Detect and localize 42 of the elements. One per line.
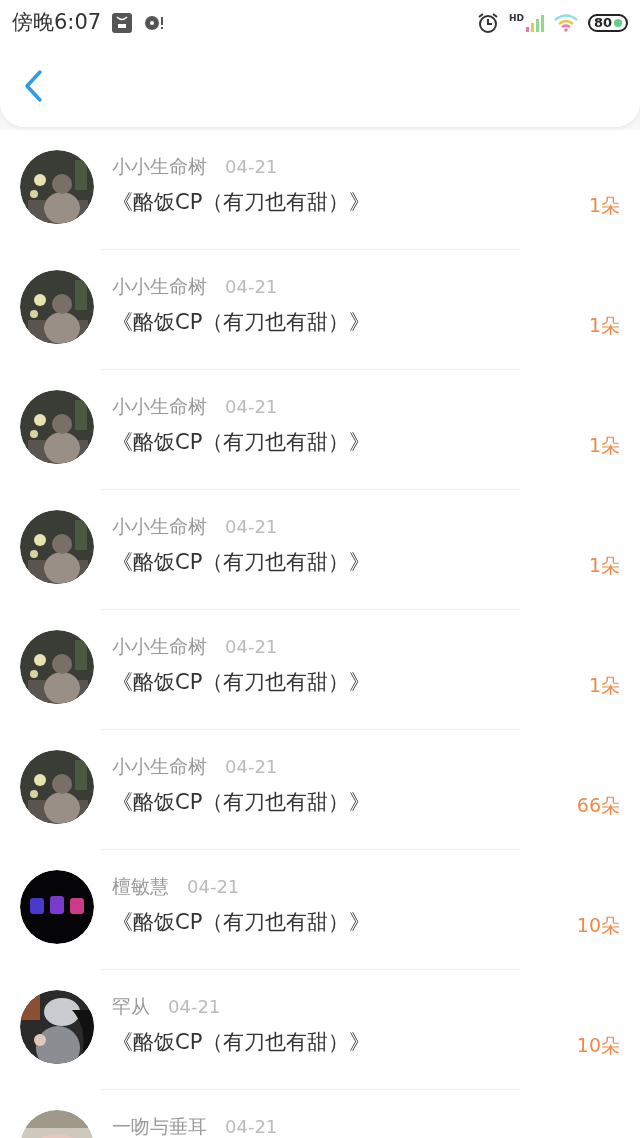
work-title: 《酪饭CP（有刀也有甜）》	[112, 669, 371, 696]
date: 04-21	[225, 155, 278, 179]
user-name: 一吻与垂耳	[112, 1114, 207, 1138]
user-name: 小小生命树	[112, 514, 207, 539]
work-title: 《酪饭CP（有刀也有甜）》	[112, 549, 371, 576]
work-title: 《酪饭CP（有刀也有甜）》	[112, 789, 371, 816]
user-name: 小小生命树	[112, 634, 207, 659]
wifi-icon	[553, 13, 578, 32]
date: 04-21	[225, 635, 278, 659]
alarm-icon	[476, 11, 499, 34]
date: 04-21	[225, 515, 278, 539]
flower-count: 10朵	[576, 912, 620, 938]
date: 04-21	[168, 995, 221, 1019]
flower-count: 10朵	[576, 1032, 620, 1058]
flower-count: 1朵	[588, 672, 620, 698]
work-title: 《酪饭CP（有刀也有甜）》	[112, 1029, 371, 1056]
user-name: 小小生命树	[112, 274, 207, 299]
user-name: 檀敏慧	[112, 874, 169, 899]
date: 04-21	[225, 395, 278, 419]
flower-count: 1朵	[588, 192, 620, 218]
user-name: 小小生命树	[112, 154, 207, 179]
flower-count: 1朵	[588, 312, 620, 338]
user-name: 罕从	[112, 994, 150, 1019]
user-name: 小小生命树	[112, 394, 207, 419]
work-title: 《酪饭CP（有刀也有甜）》	[112, 189, 371, 216]
battery-indicator: 80	[587, 13, 628, 32]
work-title: 《酪饭CP（有刀也有甜）》	[112, 429, 371, 456]
status-time: 傍晚6:07	[12, 8, 102, 36]
flower-count: 66朵	[576, 792, 620, 818]
date: 04-21	[225, 755, 278, 779]
work-title: 《酪饭CP（有刀也有甜）》	[112, 909, 371, 936]
user-name: 小小生命树	[112, 754, 207, 779]
flower-count: 1朵	[588, 432, 620, 458]
flower-count: 1朵	[588, 552, 620, 578]
store-icon	[111, 11, 134, 34]
network-label: HD	[508, 13, 524, 23]
date: 04-21	[225, 275, 278, 299]
date: 04-21	[225, 1115, 278, 1138]
signal-icon	[525, 13, 544, 32]
work-title: 《酪饭CP（有刀也有甜）》	[112, 309, 371, 336]
back-icon[interactable]	[22, 69, 44, 103]
date: 04-21	[187, 875, 240, 899]
